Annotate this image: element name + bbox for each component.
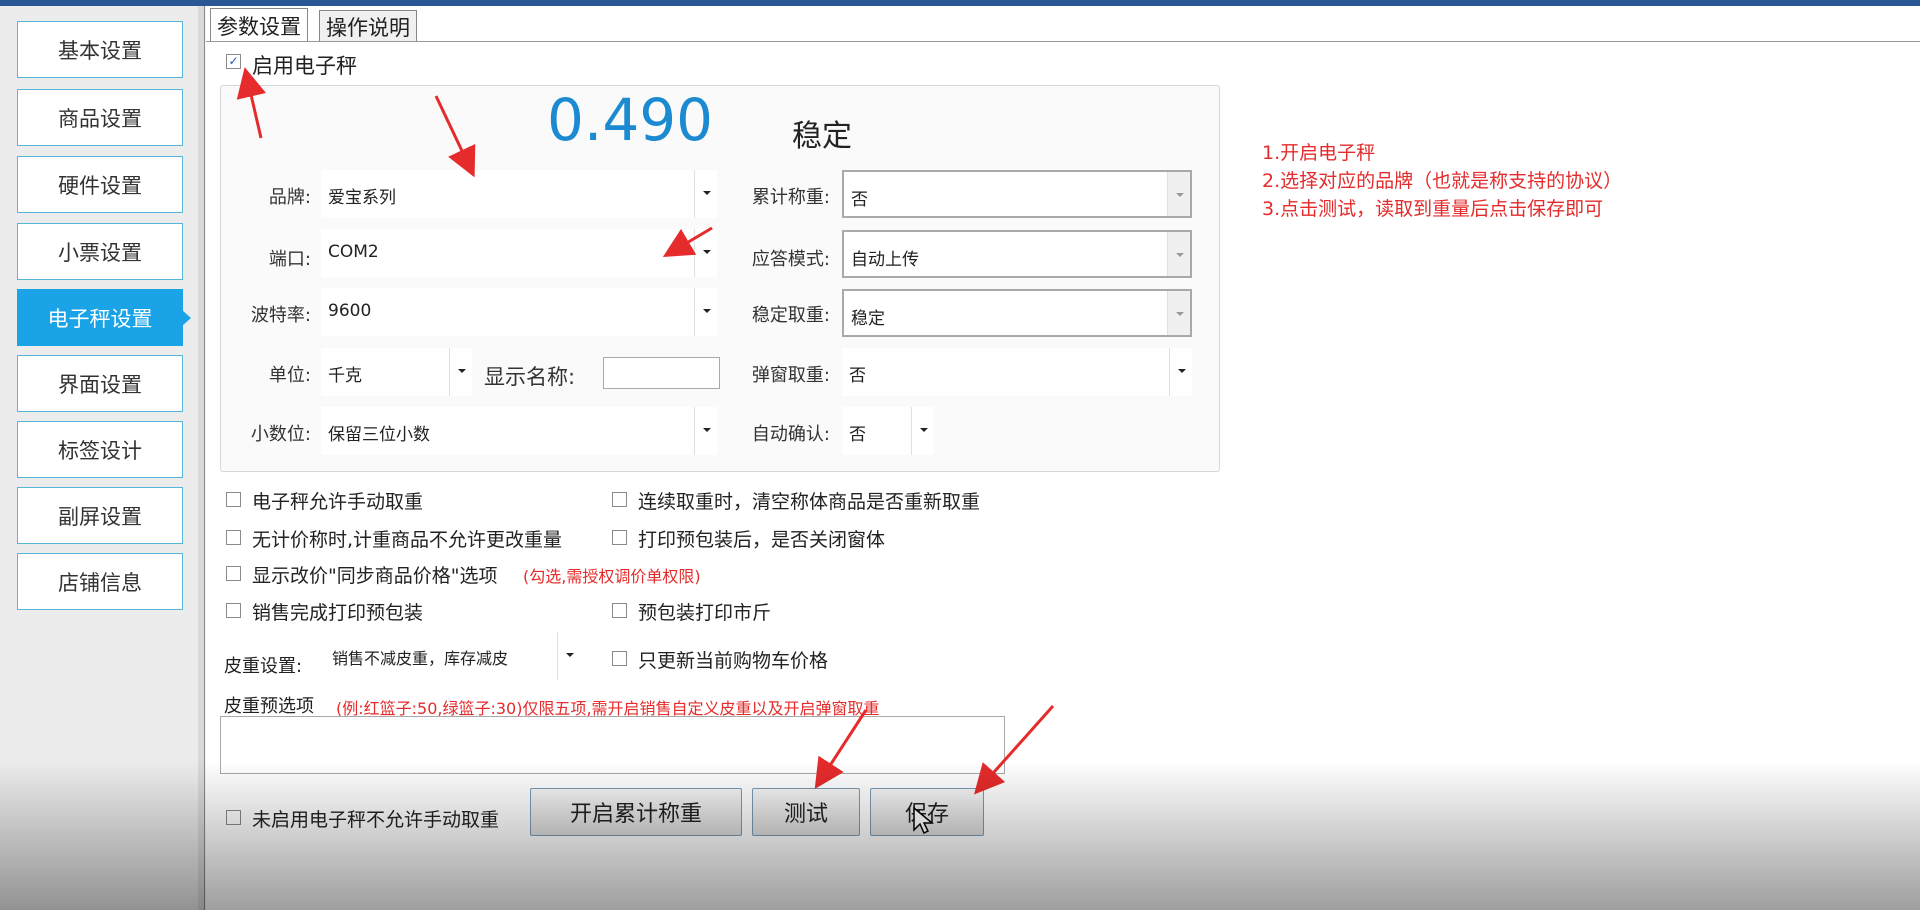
arrow-enable-scale — [236, 67, 267, 139]
arrow-brand — [434, 95, 476, 178]
arrow-port — [662, 226, 713, 258]
arrow-test — [814, 709, 868, 790]
annotation-arrows — [236, 67, 1055, 795]
arrow-save — [974, 705, 1055, 795]
